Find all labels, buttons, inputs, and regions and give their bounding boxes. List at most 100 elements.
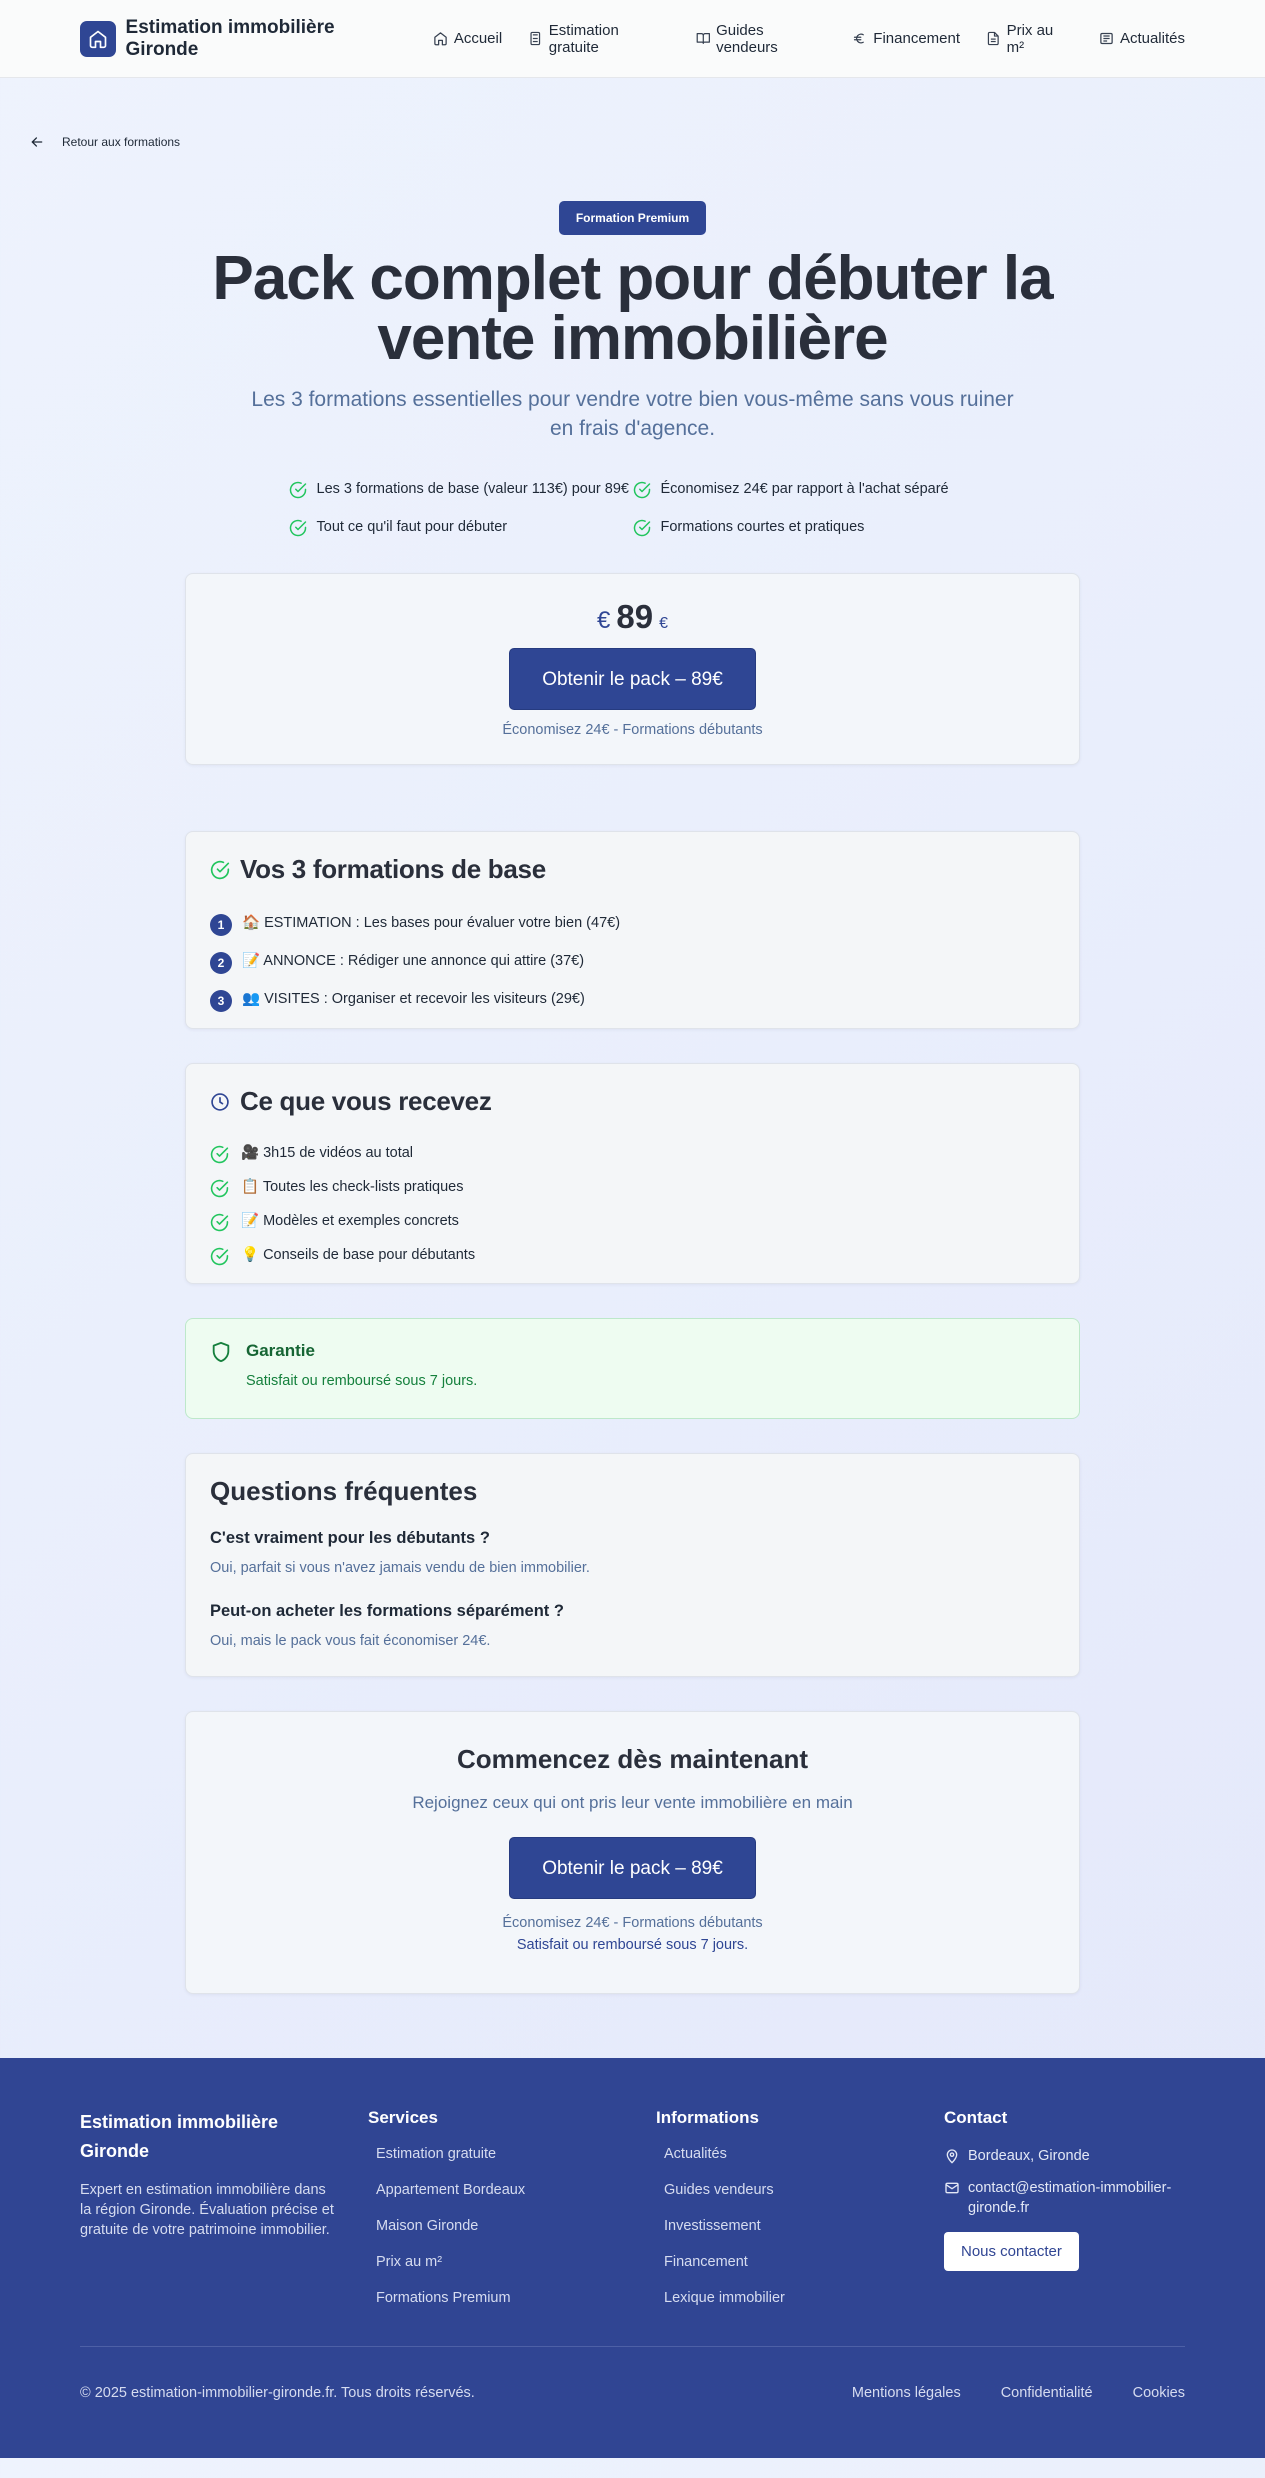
footer-link[interactable]: Appartement Bordeaux <box>368 2182 656 2218</box>
footer-columns: Estimation immobilière Gironde Expert en… <box>80 2108 1185 2326</box>
home-logo-icon <box>80 20 116 57</box>
nav-link-guides[interactable]: Guides vendeurs <box>696 22 827 56</box>
feature-list: Les 3 formations de base (valeur 113€) p… <box>289 479 977 537</box>
formations-header: Vos 3 formations de base <box>210 854 1055 885</box>
check-circle-icon <box>210 1247 229 1265</box>
footer-info-col: Informations Actualités Guides vendeurs … <box>656 2108 944 2326</box>
back-to-formations-link[interactable]: Retour aux formations <box>30 135 180 149</box>
feature-text: Les 3 formations de base (valeur 113€) p… <box>316 481 629 497</box>
receive-item: 📋 Toutes les check-lists pratiques <box>210 1169 1055 1203</box>
nav-link-financement[interactable]: Financement <box>852 30 960 47</box>
receive-header: Ce que vous recevez <box>210 1086 1055 1117</box>
faq-item: C'est vraiment pour les débutants ? Oui,… <box>210 1529 1055 1576</box>
formation-text: 🏠 ESTIMATION : Les bases pour évaluer vo… <box>242 914 621 931</box>
savings-note: Économisez 24€ - Formations débutants <box>502 1915 763 1931</box>
price-currency: € <box>597 607 611 634</box>
footer-link[interactable]: Financement <box>656 2254 944 2290</box>
premium-badge: Formation Premium <box>558 201 707 235</box>
footer-link[interactable]: Investissement <box>656 2218 944 2254</box>
footer-brand: Estimation immobilière Gironde <box>80 2112 279 2161</box>
footer-info-title: Informations <box>656 2108 759 2127</box>
formation-number: 3 <box>210 990 232 1012</box>
nav-links: Accueil Estimation gratuite Guides vende… <box>433 22 1185 56</box>
navbar: Estimation immobilière Gironde Accueil E… <box>0 0 1265 78</box>
legal-links: Mentions légales Confidentialité Cookies <box>852 2385 1185 2401</box>
euro-icon <box>854 33 865 44</box>
guarantee-card: Garantie Satisfait ou remboursé sous 7 j… <box>185 1318 1080 1419</box>
check-circle-icon <box>210 1145 229 1163</box>
footer-link[interactable]: Formations Premium <box>368 2290 656 2326</box>
savings-note: Économisez 24€ - Formations débutants <box>502 722 763 738</box>
guarantee-note: Satisfait ou remboursé sous 7 jours. <box>516 1937 749 1953</box>
final-subtitle: Rejoignez ceux qui ont pris leur vente i… <box>412 1793 853 1812</box>
check-circle-icon <box>210 860 230 879</box>
nav-link-label: Accueil <box>453 30 503 47</box>
clock-icon <box>211 1092 229 1111</box>
faq-answer: Oui, parfait si vous n'avez jamais vendu… <box>210 1560 590 1576</box>
receive-list: 🎥 3h15 de vidéos au total 📋 Toutes les c… <box>210 1135 1055 1271</box>
receive-item: 📝 Modèles et exemples concrets <box>210 1203 1055 1237</box>
nav-link-estimation[interactable]: Estimation gratuite <box>528 22 669 56</box>
footer-brand-col: Estimation immobilière Gironde Expert en… <box>80 2108 368 2326</box>
footer-bottom: © 2025 estimation-immobilier-gironde.fr.… <box>80 2346 1185 2401</box>
copyright: © 2025 estimation-immobilier-gironde.fr.… <box>80 2385 475 2401</box>
footer-services-links: Estimation gratuite Appartement Bordeaux… <box>368 2146 656 2326</box>
contact-email[interactable]: contact@estimation-immobilier-gironde.fr <box>944 2178 1204 2218</box>
get-pack-button[interactable]: Obtenir le pack – 89€ <box>509 648 756 710</box>
price-card: € 89 € Obtenir le pack – 89€ Économisez … <box>185 573 1080 765</box>
nav-link-accueil[interactable]: Accueil <box>433 30 502 47</box>
footer-link[interactable]: Prix au m² <box>368 2254 656 2290</box>
formation-item: 2 📝 ANNONCE : Rédiger une annonce qui at… <box>210 941 1055 979</box>
receive-text: 📝 Modèles et exemples concrets <box>241 1212 459 1229</box>
location-text: Bordeaux, Gironde <box>968 2148 1090 2164</box>
nav-link-actualites[interactable]: Actualités <box>1099 30 1185 47</box>
check-circle-icon <box>289 481 306 499</box>
formation-number: 2 <box>210 952 232 974</box>
nav-link-prix[interactable]: Prix au m² <box>986 22 1073 56</box>
feature-text: Tout ce qu'il faut pour débuter <box>316 519 508 535</box>
footer-services-col: Services Estimation gratuite Appartement… <box>368 2108 656 2326</box>
check-circle-icon <box>633 481 650 499</box>
map-pin-icon <box>946 2149 958 2164</box>
footer-contact-col: Contact Bordeaux, Gironde contact@estima… <box>944 2108 1204 2326</box>
footer-link[interactable]: Lexique immobilier <box>656 2290 944 2326</box>
nav-link-label: Prix au m² <box>1006 21 1054 56</box>
formations-list: 1 🏠 ESTIMATION : Les bases pour évaluer … <box>210 903 1055 1017</box>
footer-link[interactable]: Estimation gratuite <box>368 2146 656 2182</box>
newspaper-icon <box>1100 32 1113 45</box>
formation-text: 📝 ANNONCE : Rédiger une annonce qui atti… <box>242 952 585 969</box>
faq-question: C'est vraiment pour les débutants ? <box>210 1529 490 1547</box>
formation-item: 3 👥 VISITES : Organiser et recevoir les … <box>210 979 1055 1017</box>
brand[interactable]: Estimation immobilière Gironde <box>80 17 409 61</box>
nav-link-label: Financement <box>873 30 961 47</box>
check-circle-icon <box>289 519 306 537</box>
contact-button[interactable]: Nous contacter <box>944 2232 1079 2271</box>
shield-icon <box>212 1341 230 1363</box>
check-circle-icon <box>633 519 650 537</box>
footer-link[interactable]: Guides vendeurs <box>656 2182 944 2218</box>
home-icon <box>434 32 447 46</box>
faq-title: Questions fréquentes <box>210 1476 478 1506</box>
get-pack-button-bottom[interactable]: Obtenir le pack – 89€ <box>509 1837 756 1899</box>
back-label: Retour aux formations <box>62 135 181 149</box>
footer: Estimation immobilière Gironde Expert en… <box>0 2058 1265 2458</box>
footer-contact-title: Contact <box>944 2108 1008 2127</box>
legal-link-cookies[interactable]: Cookies <box>1133 2385 1185 2401</box>
feature-text: Formations courtes et pratiques <box>660 519 865 535</box>
receive-item: 🎥 3h15 de vidéos au total <box>210 1135 1055 1169</box>
formation-number: 1 <box>210 914 232 936</box>
footer-link[interactable]: Actualités <box>656 2146 944 2182</box>
hero-subtitle: Les 3 formations essentielles pour vendr… <box>251 388 1014 440</box>
footer-link[interactable]: Maison Gironde <box>368 2218 656 2254</box>
receive-text: 🎥 3h15 de vidéos au total <box>241 1144 414 1161</box>
guarantee-title: Garantie <box>246 1341 315 1360</box>
formation-item: 1 🏠 ESTIMATION : Les bases pour évaluer … <box>210 903 1055 941</box>
legal-link-mentions[interactable]: Mentions légales <box>852 2385 961 2401</box>
brand-name: Estimation immobilière Gironde <box>125 16 335 60</box>
receive-text: 💡 Conseils de base pour débutants <box>241 1246 476 1263</box>
check-circle-icon <box>210 1213 229 1231</box>
feature-item: Économisez 24€ par rapport à l'achat sép… <box>633 479 977 499</box>
feature-item: Formations courtes et pratiques <box>633 517 977 537</box>
arrow-left-icon <box>31 137 43 147</box>
legal-link-confidentialite[interactable]: Confidentialité <box>1001 2385 1093 2401</box>
